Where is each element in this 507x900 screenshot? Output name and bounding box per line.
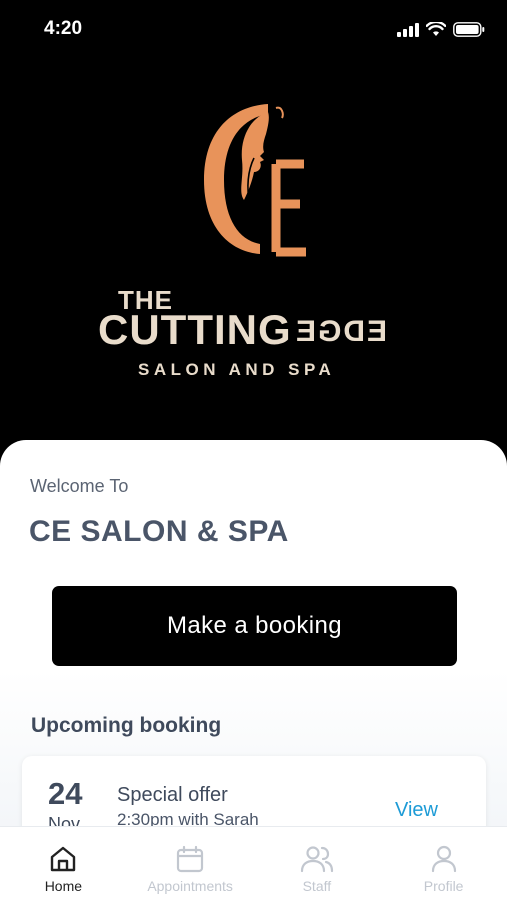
brand-line-cutting: CUTTINGEDGE (98, 306, 387, 354)
brand-hero: THE CUTTINGEDGE SALON AND SPA (0, 60, 507, 440)
logo-monogram (204, 104, 306, 257)
tab-home-label: Home (44, 878, 83, 894)
status-icons (397, 22, 485, 37)
make-booking-button[interactable]: Make a booking (52, 586, 457, 666)
bottom-tab-bar: Home Appointments Staff Profile (0, 826, 507, 900)
tab-profile[interactable]: Profile (380, 827, 507, 900)
tab-staff[interactable]: Staff (254, 827, 381, 900)
tab-appointments-label: Appointments (147, 878, 233, 894)
status-bar: 4:20 (0, 0, 507, 60)
welcome-text: Welcome To (30, 476, 129, 496)
brand-word-cutting: CUTTING (98, 306, 292, 353)
battery-icon (453, 22, 485, 37)
home-icon (51, 846, 76, 872)
booking-title: Special offer (117, 784, 228, 806)
tab-home[interactable]: Home (0, 827, 127, 900)
salon-name: CE SALON & SPA (29, 515, 289, 548)
people-icon (300, 846, 333, 873)
tab-profile-label: Profile (423, 878, 464, 894)
tab-staff-label: Staff (302, 878, 332, 894)
brand-tagline: SALON AND SPA (138, 360, 336, 379)
booking-day: 24 (48, 776, 83, 811)
brand-word-edge-mirrored: EDGE (293, 315, 387, 348)
wifi-icon (426, 22, 446, 36)
tab-appointments[interactable]: Appointments (127, 827, 254, 900)
calendar-icon (177, 845, 204, 873)
upcoming-booking-heading: Upcoming booking (31, 714, 222, 737)
status-time: 4:20 (44, 18, 83, 39)
signal-icon (397, 22, 419, 37)
view-booking-link[interactable]: View (395, 799, 438, 822)
person-icon (431, 845, 456, 873)
